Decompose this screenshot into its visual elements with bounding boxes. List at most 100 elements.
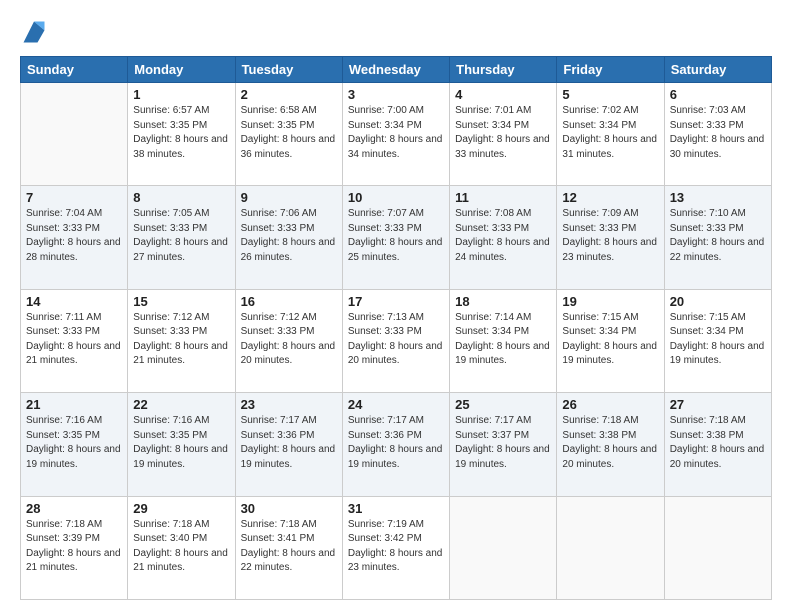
day-cell	[664, 496, 771, 599]
day-number: 27	[670, 397, 766, 412]
day-cell: 12 Sunrise: 7:09 AMSunset: 3:33 PMDayligh…	[557, 186, 664, 289]
day-info: Sunrise: 7:09 AMSunset: 3:33 PMDaylight:…	[562, 207, 658, 265]
day-info: Sunrise: 7:06 AMSunset: 3:33 PMDaylight:…	[241, 207, 337, 265]
day-info: Sunrise: 7:18 AMSunset: 3:38 PMDaylight:…	[562, 414, 658, 472]
day-cell: 5 Sunrise: 7:02 AMSunset: 3:34 PMDaylight…	[557, 83, 664, 186]
day-number: 8	[133, 190, 229, 205]
day-number: 23	[241, 397, 337, 412]
day-number: 12	[562, 190, 658, 205]
weekday-saturday: Saturday	[664, 57, 771, 83]
day-cell: 27Sunrise: 7:18 AMSunset: 3:38 PMDayligh…	[664, 393, 771, 496]
day-cell: 15 Sunrise: 7:12 AMSunset: 3:33 PMDayligh…	[128, 289, 235, 392]
day-info: Sunrise: 6:58 AMSunset: 3:35 PMDaylight:…	[241, 104, 337, 162]
day-number: 13	[670, 190, 766, 205]
day-info: Sunrise: 7:18 AMSunset: 3:39 PMDaylight:…	[26, 518, 122, 576]
day-number: 20	[670, 294, 766, 309]
day-number: 21	[26, 397, 122, 412]
day-cell: 23 Sunrise: 7:17 AMSunset: 3:36 PMDayligh…	[235, 393, 342, 496]
day-info: Sunrise: 7:02 AMSunset: 3:34 PMDaylight:…	[562, 104, 658, 162]
day-info: Sunrise: 7:15 AMSunset: 3:34 PMDaylight:…	[562, 311, 658, 369]
day-cell: 18 Sunrise: 7:14 AMSunset: 3:34 PMDayligh…	[450, 289, 557, 392]
day-number: 3	[348, 87, 444, 102]
day-number: 9	[241, 190, 337, 205]
day-info: Sunrise: 7:16 AMSunset: 3:35 PMDaylight:…	[26, 414, 122, 472]
logo	[20, 18, 52, 46]
day-info: Sunrise: 7:03 AMSunset: 3:33 PMDaylight:…	[670, 104, 766, 162]
day-cell: 13 Sunrise: 7:10 AMSunset: 3:33 PMDayligh…	[664, 186, 771, 289]
day-info: Sunrise: 7:05 AMSunset: 3:33 PMDaylight:…	[133, 207, 229, 265]
day-cell: 30Sunrise: 7:18 AMSunset: 3:41 PMDayligh…	[235, 496, 342, 599]
day-number: 16	[241, 294, 337, 309]
day-info: Sunrise: 7:04 AMSunset: 3:33 PMDaylight:…	[26, 207, 122, 265]
day-cell: 3 Sunrise: 7:00 AMSunset: 3:34 PMDaylight…	[342, 83, 449, 186]
day-number: 19	[562, 294, 658, 309]
day-number: 5	[562, 87, 658, 102]
day-info: Sunrise: 7:14 AMSunset: 3:34 PMDaylight:…	[455, 311, 551, 369]
day-cell: 10Sunrise: 7:07 AMSunset: 3:33 PMDayligh…	[342, 186, 449, 289]
day-cell: 22 Sunrise: 7:16 AMSunset: 3:35 PMDayligh…	[128, 393, 235, 496]
week-row-1: 1 Sunrise: 6:57 AMSunset: 3:35 PMDaylight…	[21, 83, 772, 186]
day-cell	[450, 496, 557, 599]
page: SundayMondayTuesdayWednesdayThursdayFrid…	[0, 0, 792, 612]
day-info: Sunrise: 7:17 AMSunset: 3:36 PMDaylight:…	[241, 414, 337, 472]
week-row-5: 28 Sunrise: 7:18 AMSunset: 3:39 PMDayligh…	[21, 496, 772, 599]
day-info: Sunrise: 7:17 AMSunset: 3:37 PMDaylight:…	[455, 414, 551, 472]
weekday-header-row: SundayMondayTuesdayWednesdayThursdayFrid…	[21, 57, 772, 83]
day-info: Sunrise: 6:57 AMSunset: 3:35 PMDaylight:…	[133, 104, 229, 162]
week-row-2: 7 Sunrise: 7:04 AMSunset: 3:33 PMDaylight…	[21, 186, 772, 289]
day-number: 17	[348, 294, 444, 309]
day-info: Sunrise: 7:12 AMSunset: 3:33 PMDaylight:…	[241, 311, 337, 369]
weekday-monday: Monday	[128, 57, 235, 83]
day-number: 2	[241, 87, 337, 102]
day-number: 11	[455, 190, 551, 205]
day-cell	[21, 83, 128, 186]
day-number: 7	[26, 190, 122, 205]
day-info: Sunrise: 7:19 AMSunset: 3:42 PMDaylight:…	[348, 518, 444, 576]
day-info: Sunrise: 7:16 AMSunset: 3:35 PMDaylight:…	[133, 414, 229, 472]
day-number: 6	[670, 87, 766, 102]
day-cell: 19 Sunrise: 7:15 AMSunset: 3:34 PMDayligh…	[557, 289, 664, 392]
day-number: 22	[133, 397, 229, 412]
day-cell: 17 Sunrise: 7:13 AMSunset: 3:33 PMDayligh…	[342, 289, 449, 392]
day-info: Sunrise: 7:18 AMSunset: 3:40 PMDaylight:…	[133, 518, 229, 576]
day-cell: 2 Sunrise: 6:58 AMSunset: 3:35 PMDaylight…	[235, 83, 342, 186]
day-cell: 29 Sunrise: 7:18 AMSunset: 3:40 PMDayligh…	[128, 496, 235, 599]
weekday-tuesday: Tuesday	[235, 57, 342, 83]
day-cell: 20 Sunrise: 7:15 AMSunset: 3:34 PMDayligh…	[664, 289, 771, 392]
day-number: 24	[348, 397, 444, 412]
day-cell: 11 Sunrise: 7:08 AMSunset: 3:33 PMDayligh…	[450, 186, 557, 289]
day-info: Sunrise: 7:08 AMSunset: 3:33 PMDaylight:…	[455, 207, 551, 265]
day-number: 15	[133, 294, 229, 309]
day-cell: 25 Sunrise: 7:17 AMSunset: 3:37 PMDayligh…	[450, 393, 557, 496]
week-row-4: 21 Sunrise: 7:16 AMSunset: 3:35 PMDayligh…	[21, 393, 772, 496]
day-cell: 1 Sunrise: 6:57 AMSunset: 3:35 PMDaylight…	[128, 83, 235, 186]
day-cell: 16 Sunrise: 7:12 AMSunset: 3:33 PMDayligh…	[235, 289, 342, 392]
weekday-wednesday: Wednesday	[342, 57, 449, 83]
day-number: 4	[455, 87, 551, 102]
day-number: 25	[455, 397, 551, 412]
day-cell: 7 Sunrise: 7:04 AMSunset: 3:33 PMDaylight…	[21, 186, 128, 289]
week-row-3: 14Sunrise: 7:11 AMSunset: 3:33 PMDayligh…	[21, 289, 772, 392]
day-info: Sunrise: 7:17 AMSunset: 3:36 PMDaylight:…	[348, 414, 444, 472]
day-number: 29	[133, 501, 229, 516]
day-cell: 4Sunrise: 7:01 AMSunset: 3:34 PMDaylight…	[450, 83, 557, 186]
day-number: 28	[26, 501, 122, 516]
day-cell: 24 Sunrise: 7:17 AMSunset: 3:36 PMDayligh…	[342, 393, 449, 496]
day-number: 1	[133, 87, 229, 102]
day-number: 31	[348, 501, 444, 516]
day-cell	[557, 496, 664, 599]
calendar-table: SundayMondayTuesdayWednesdayThursdayFrid…	[20, 56, 772, 600]
weekday-friday: Friday	[557, 57, 664, 83]
header	[20, 18, 772, 46]
day-cell: 9 Sunrise: 7:06 AMSunset: 3:33 PMDaylight…	[235, 186, 342, 289]
day-info: Sunrise: 7:15 AMSunset: 3:34 PMDaylight:…	[670, 311, 766, 369]
day-info: Sunrise: 7:00 AMSunset: 3:34 PMDaylight:…	[348, 104, 444, 162]
day-info: Sunrise: 7:10 AMSunset: 3:33 PMDaylight:…	[670, 207, 766, 265]
day-info: Sunrise: 7:13 AMSunset: 3:33 PMDaylight:…	[348, 311, 444, 369]
day-info: Sunrise: 7:18 AMSunset: 3:41 PMDaylight:…	[241, 518, 337, 576]
day-number: 18	[455, 294, 551, 309]
day-number: 10	[348, 190, 444, 205]
day-cell: 31 Sunrise: 7:19 AMSunset: 3:42 PMDayligh…	[342, 496, 449, 599]
day-cell: 14Sunrise: 7:11 AMSunset: 3:33 PMDayligh…	[21, 289, 128, 392]
day-info: Sunrise: 7:12 AMSunset: 3:33 PMDaylight:…	[133, 311, 229, 369]
